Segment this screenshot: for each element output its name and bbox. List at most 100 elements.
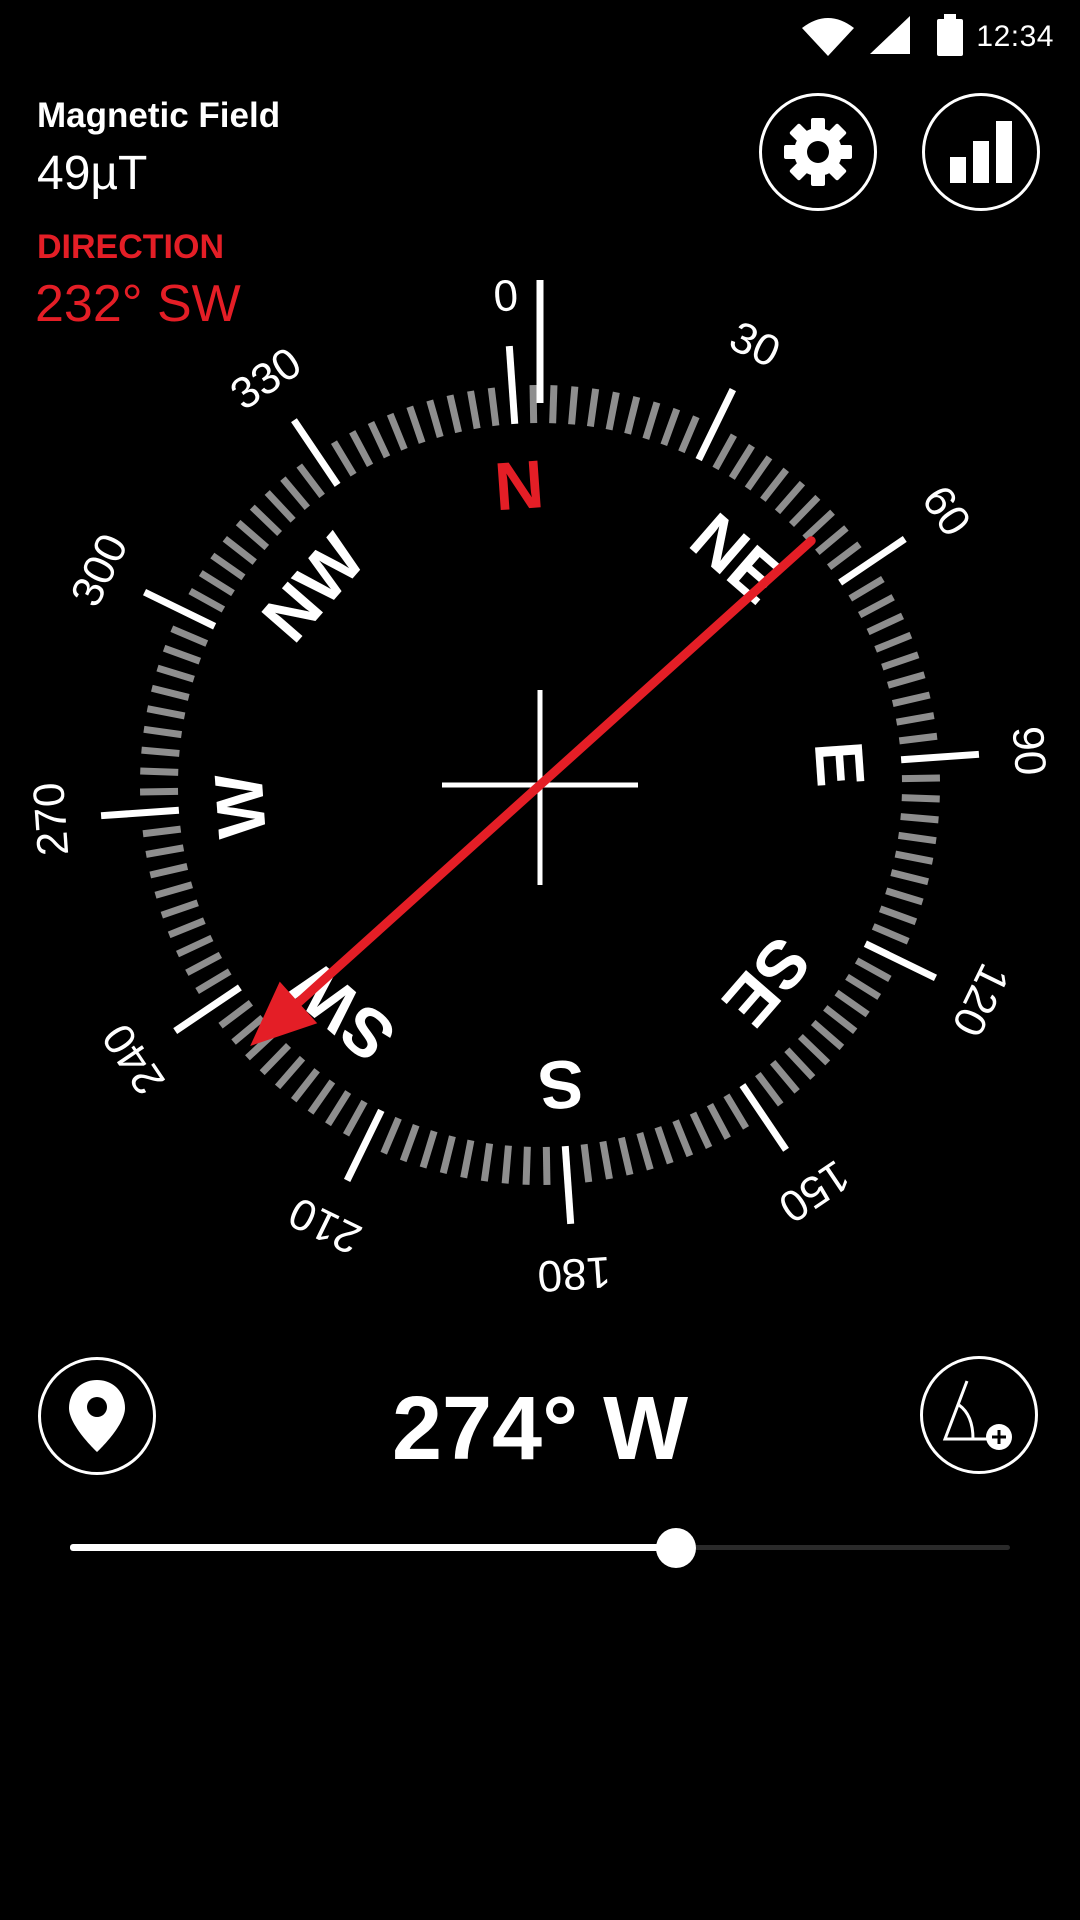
status-time: 12:34 <box>976 20 1054 53</box>
minor-tick <box>878 905 918 926</box>
battery-icon <box>937 14 963 56</box>
minor-tick <box>770 1060 800 1094</box>
minor-tick <box>343 1099 368 1137</box>
minor-tick <box>815 525 849 555</box>
minor-tick <box>290 1068 320 1103</box>
minor-tick <box>774 480 806 515</box>
minor-tick <box>706 1102 731 1140</box>
minor-tick <box>141 746 180 757</box>
minor-tick <box>487 387 500 427</box>
cardinal-label: E <box>800 739 879 790</box>
minor-tick <box>871 923 910 945</box>
minor-tick <box>678 415 700 454</box>
minor-tick <box>624 396 641 435</box>
minor-tick <box>848 575 885 602</box>
minor-tick <box>636 1132 654 1171</box>
minor-tick <box>188 588 226 613</box>
cardinal-label: N <box>492 446 546 525</box>
minor-tick <box>480 1142 494 1182</box>
minor-tick <box>580 1143 593 1183</box>
minor-tick <box>894 850 934 865</box>
minor-tick <box>845 973 882 1000</box>
minor-tick <box>222 535 257 565</box>
cardinal-label: W <box>201 770 281 840</box>
minor-tick <box>264 490 296 523</box>
minor-tick <box>156 664 195 683</box>
magnetic-field-label: Magnetic Field <box>37 96 281 135</box>
minor-tick <box>185 951 223 976</box>
minor-tick <box>139 787 179 796</box>
minor-tick <box>446 394 462 434</box>
minor-tick <box>419 1130 438 1169</box>
minor-tick <box>810 1019 845 1051</box>
minor-tick <box>802 509 835 541</box>
minor-tick <box>549 385 558 424</box>
heading-readout: 274° W <box>391 1379 689 1479</box>
minor-tick <box>399 1123 420 1163</box>
compass-dial[interactable]: 0306090120150180210240270300330NNEESESSW… <box>0 240 1080 1340</box>
minor-tick <box>900 813 939 824</box>
major-tick <box>100 806 180 820</box>
degree-label: 120 <box>942 956 1018 1043</box>
minor-tick <box>897 831 937 845</box>
slider-thumb[interactable] <box>656 1528 697 1568</box>
minor-tick <box>857 594 895 619</box>
heading-slider[interactable] <box>70 1528 1010 1568</box>
minor-tick <box>599 1140 613 1180</box>
minor-tick <box>672 1119 694 1158</box>
minor-tick <box>728 443 755 480</box>
magnetic-field-value: 49µT <box>37 147 148 200</box>
degree-label: 210 <box>281 1187 368 1263</box>
minor-tick <box>885 887 924 906</box>
minor-tick <box>149 863 189 879</box>
minor-tick <box>568 386 579 425</box>
minor-tick <box>140 767 179 776</box>
minor-tick <box>280 476 310 510</box>
minor-tick <box>898 732 938 745</box>
minor-tick <box>160 899 199 919</box>
minor-tick <box>198 570 235 597</box>
minor-tick <box>744 455 773 491</box>
minor-tick <box>175 934 214 958</box>
minor-tick <box>654 1126 674 1165</box>
minor-tick <box>854 957 892 982</box>
degree-label: 330 <box>222 338 310 420</box>
minor-tick <box>146 705 186 720</box>
minor-tick <box>249 504 283 537</box>
minor-tick <box>522 1146 531 1185</box>
cardinal-label: NW <box>248 520 380 656</box>
minor-tick <box>586 388 600 428</box>
minor-tick <box>386 412 408 451</box>
minor-tick <box>788 494 821 528</box>
minor-tick <box>755 1071 784 1107</box>
direction-arrow-shaft <box>275 536 816 1024</box>
degree-label: 180 <box>536 1247 613 1301</box>
minor-tick <box>890 869 929 886</box>
major-tick <box>173 984 242 1034</box>
minor-tick <box>349 430 374 468</box>
minor-tick <box>529 384 538 424</box>
minor-tick <box>887 671 926 689</box>
major-tick <box>291 418 341 487</box>
cardinal-label: SE <box>708 923 825 1041</box>
stats-button[interactable] <box>922 93 1040 211</box>
settings-button[interactable] <box>759 93 877 211</box>
minor-tick <box>895 712 935 726</box>
minor-tick <box>901 774 941 783</box>
major-tick <box>505 345 519 425</box>
minor-tick <box>460 1139 475 1179</box>
minor-tick <box>689 1111 713 1150</box>
status-bar: 12:34 <box>0 0 1080 76</box>
minor-tick <box>142 825 182 838</box>
minor-tick <box>760 467 790 502</box>
minor-tick <box>330 440 357 477</box>
minor-tick <box>881 651 920 671</box>
major-tick <box>561 1145 575 1225</box>
minor-tick <box>605 391 620 431</box>
minor-tick <box>162 644 202 665</box>
minor-tick <box>143 725 183 739</box>
minor-tick <box>145 844 185 858</box>
minor-tick <box>723 1093 750 1130</box>
minor-tick <box>784 1047 816 1080</box>
major-tick <box>900 750 980 764</box>
